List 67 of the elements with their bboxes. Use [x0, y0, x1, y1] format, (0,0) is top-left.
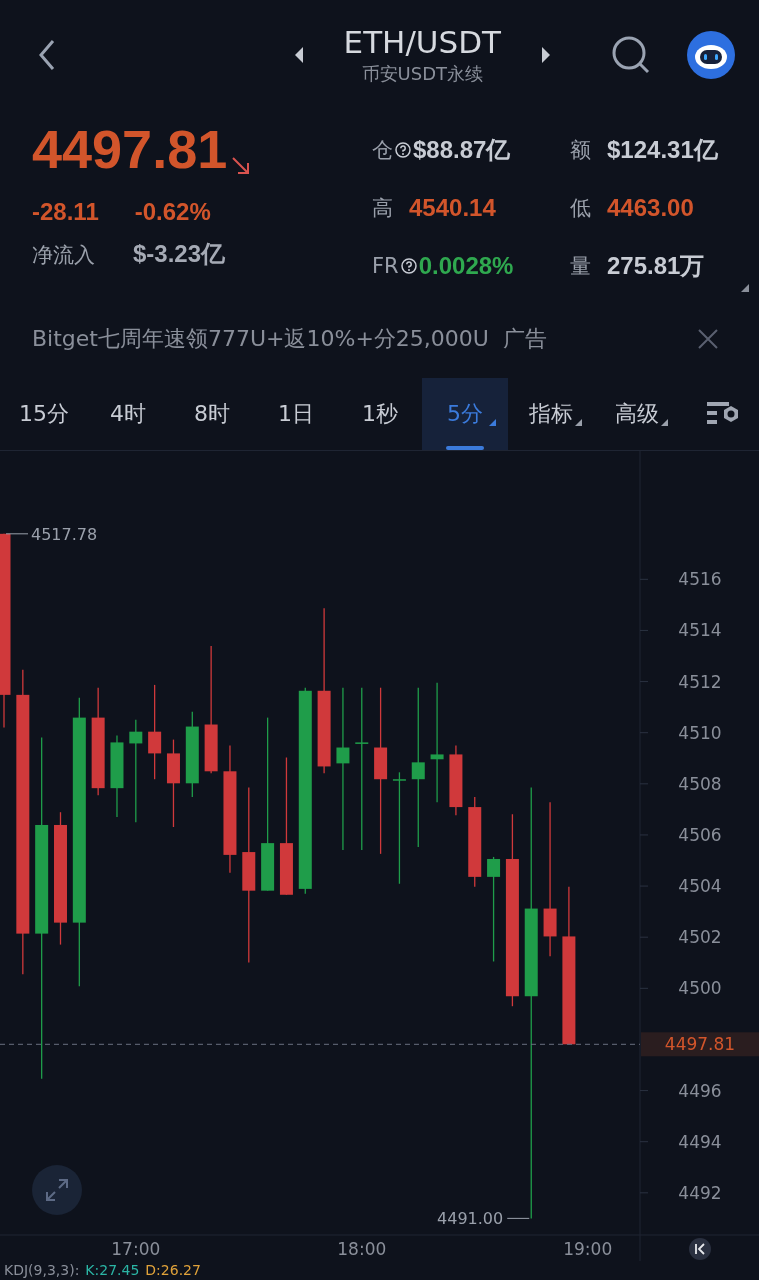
price-axis-label: 4508 [678, 773, 722, 794]
fullscreen-button[interactable] [32, 1165, 82, 1215]
netflow-value: $-3.23亿 [133, 239, 226, 269]
next-icon[interactable] [541, 47, 551, 63]
stat-value: $88.87亿 [413, 135, 511, 165]
down-arrow-icon [231, 156, 252, 176]
price-change: -28.11 [32, 198, 99, 226]
price-axis-label: 4500 [678, 978, 722, 999]
netflow-label: 净流入 [32, 242, 95, 269]
stat-value: 4540.14 [409, 194, 496, 222]
leader-line [506, 1217, 530, 1219]
time-axis-label: 17:00 [111, 1239, 161, 1259]
indicator-value: D:26.27 [145, 1261, 201, 1279]
interval-tab[interactable]: 4时 [86, 378, 170, 450]
interval-tab[interactable]: 8时 [170, 378, 254, 450]
low-marker-label: 4491.00 [437, 1209, 504, 1229]
ref-line-label: 4497.81 [664, 1034, 736, 1055]
stat-label: 仓 [372, 137, 393, 164]
corner-icon [741, 284, 749, 292]
price-axis-label: 4506 [678, 824, 722, 845]
price-axis-label: 4502 [678, 927, 722, 948]
interval-tab[interactable]: 1秒 [338, 378, 422, 450]
ad-tag: 广告 [502, 324, 547, 354]
high-marker-label: 4517.78 [31, 524, 98, 544]
stat-label: 额 [570, 137, 591, 164]
indicator-value: K:27.45 [85, 1261, 140, 1279]
search-icon[interactable] [611, 35, 651, 75]
indicator-value: KDJ(9,3,3): [4, 1261, 80, 1279]
interval-tab[interactable]: 15分 [2, 378, 86, 450]
leader-line [5, 533, 29, 535]
pair-title: ETH/USDT [343, 24, 501, 60]
scroll-to-start-icon[interactable] [689, 1238, 711, 1260]
help-icon[interactable] [395, 142, 411, 158]
price-axis-label: 4512 [678, 671, 722, 692]
stat-label: 高 [372, 195, 393, 222]
stat-value: 275.81万 [607, 251, 705, 281]
interval-tab[interactable]: 1日 [254, 378, 338, 450]
last-price-tag: 4497.81 [641, 1032, 759, 1057]
ad-text[interactable]: Bitget七周年速领777U+返10%+分25,000U [32, 324, 489, 354]
time-axis-label: 18:00 [337, 1239, 387, 1259]
percent-change: -0.62% [134, 198, 211, 226]
falling-candle [449, 744, 463, 816]
price-axis-label: 4496 [678, 1080, 722, 1101]
help-icon[interactable] [400, 258, 417, 274]
time-axis-label: 19:00 [563, 1239, 613, 1259]
price-axis-label: 4510 [678, 722, 722, 743]
stat-value: 0.0028% [418, 252, 514, 280]
previous-icon[interactable] [293, 47, 304, 63]
price-axis-label: 4514 [678, 620, 722, 641]
price-axis-label: 4516 [678, 569, 722, 590]
price-axis-label: 4492 [678, 1182, 722, 1203]
close-icon[interactable] [697, 328, 719, 350]
stat-label: 量 [570, 253, 591, 280]
expand-icon [44, 1177, 70, 1203]
stat-label: FR [372, 254, 399, 278]
robot-avatar-icon[interactable] [687, 31, 735, 79]
stat-value: 4463.00 [607, 194, 694, 222]
back-icon[interactable] [38, 39, 56, 71]
price-axis-label: 4504 [678, 876, 722, 897]
price-axis-label: 4494 [678, 1131, 722, 1152]
interval-tab[interactable]: 5分 [422, 378, 508, 450]
stat-label: 低 [570, 195, 591, 222]
interval-tab[interactable]: 高级 [594, 378, 680, 450]
interval-tab[interactable]: 指标 [508, 378, 594, 450]
stat-value: $124.31亿 [607, 135, 718, 165]
last-price: 4497.81 [32, 122, 228, 176]
market-subtitle: 币安USDT永续 [361, 62, 483, 86]
